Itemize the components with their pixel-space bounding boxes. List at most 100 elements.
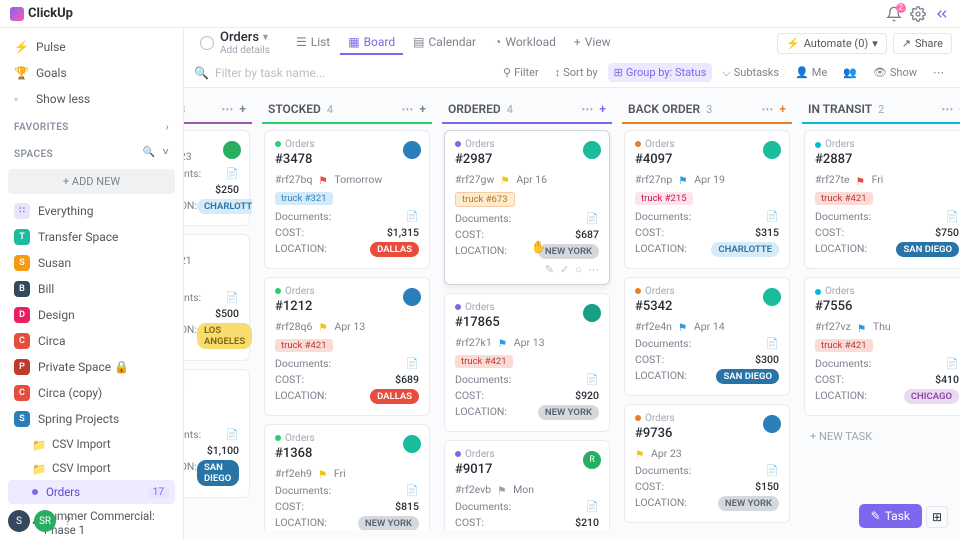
spaces-header[interactable]: SPACES🔍˅ — [8, 137, 175, 165]
column-header[interactable]: CTION3⋯+ — [184, 98, 252, 120]
space-item[interactable]: TTransfer Space — [8, 224, 175, 250]
space-item[interactable]: DDesign — [8, 302, 175, 328]
help-icon[interactable]: ? — [60, 513, 76, 529]
add-new-space[interactable]: + ADD NEW — [8, 169, 175, 194]
task-card[interactable]: Orders #5342 #rf2e4n⚑Apr 14 Documents:📄 … — [624, 277, 790, 396]
add-view[interactable]: + View — [566, 31, 619, 55]
assignee-avatar[interactable] — [403, 435, 421, 453]
task-card[interactable]: Orders #1368 #rf2eh9⚑Fri Documents:📄 COS… — [264, 424, 430, 530]
card-tag[interactable]: truck #421 — [455, 355, 513, 368]
nav-pulse[interactable]: ⚡Pulse — [8, 34, 175, 60]
assignees-button[interactable]: 👥 — [837, 63, 863, 82]
more-icon[interactable]: ⋯ — [927, 63, 950, 82]
assignee-avatar[interactable]: R — [583, 451, 601, 469]
sort-button[interactable]: ↕ Sort by — [549, 63, 604, 82]
add-card-icon[interactable]: + — [239, 102, 246, 116]
document-icon[interactable]: 📄 — [406, 484, 419, 497]
add-card-icon[interactable]: + — [599, 102, 606, 116]
document-icon[interactable]: 📄 — [946, 357, 959, 370]
priority-flag-icon[interactable]: ⚑ — [678, 174, 688, 184]
new-task-link[interactable]: + NEW TASK — [804, 424, 960, 449]
card-tag[interactable]: truck #421 — [815, 339, 873, 352]
document-icon[interactable]: 📄 — [766, 337, 779, 350]
task-card[interactable]: Orders #3478 #rf27bq⚑Tomorrow truck #321… — [264, 130, 430, 269]
apps-icon[interactable]: ⊞ — [926, 506, 948, 528]
priority-flag-icon[interactable]: ⚑ — [498, 337, 508, 347]
folder-csv1[interactable]: 📁CSV Import — [8, 432, 175, 456]
task-card[interactable]: Orders #4097 #rf27np⚑Apr 19 truck #215 D… — [624, 130, 790, 269]
document-icon[interactable]: 📄 — [766, 464, 779, 477]
document-icon[interactable]: 📄 — [586, 212, 599, 225]
favorites-header[interactable]: FAVORITES› — [8, 112, 175, 137]
priority-flag-icon[interactable]: ⚑ — [500, 174, 510, 184]
assignee-avatar[interactable] — [583, 141, 601, 159]
show-button[interactable]: 👁 Show — [867, 63, 923, 82]
automate-button[interactable]: ⚡ Automate (0) ▾ — [777, 33, 887, 54]
document-icon[interactable]: 📄 — [406, 210, 419, 223]
space-item[interactable]: SSpring Projects — [8, 406, 175, 432]
groupby-button[interactable]: ⊞ Group by: Status — [608, 63, 713, 82]
space-item[interactable]: CCirca — [8, 328, 175, 354]
priority-flag-icon[interactable]: ⚑ — [678, 321, 688, 331]
filter-button[interactable]: ⚲ Filter — [497, 63, 545, 82]
column-more-icon[interactable]: ⋯ — [221, 102, 233, 116]
task-card[interactable]: Orders #7556 #rf27vz⚑Thu truck #421 Docu… — [804, 277, 960, 416]
me-button[interactable]: 👤 Me — [789, 63, 833, 82]
edit-icon[interactable]: ✎ — [545, 263, 554, 276]
document-icon[interactable]: 📄 — [766, 210, 779, 223]
task-card[interactable]: Orders #9017 R #rf2evb⚑Mon Documents:📄 C… — [444, 440, 610, 530]
task-card[interactable]: Orders ⚑Mon 73 Documents:📄 COST:$1,100 L… — [184, 369, 250, 498]
document-icon[interactable]: 📄 — [226, 167, 239, 180]
document-icon[interactable]: 📄 — [586, 373, 599, 386]
view-board[interactable]: ▦ Board — [340, 31, 403, 55]
priority-flag-icon[interactable]: ⚑ — [857, 322, 867, 332]
column-header[interactable]: IN TRANSIT2⋯+ — [802, 98, 960, 120]
document-icon[interactable]: 📄 — [946, 210, 959, 223]
column-header[interactable]: BACK ORDER3⋯+ — [622, 98, 792, 120]
notifications-icon[interactable]: 2 — [886, 6, 902, 22]
priority-flag-icon[interactable]: ⚑ — [318, 174, 328, 184]
add-card-icon[interactable]: + — [779, 102, 786, 116]
task-card[interactable]: Orders #2987 #rf27gw⚑Apr 16 truck #673 D… — [444, 130, 610, 285]
add-card-icon[interactable]: + — [419, 102, 426, 116]
card-tag[interactable]: truck #321 — [275, 192, 333, 205]
check-icon[interactable]: ✓ — [560, 263, 569, 276]
space-item[interactable]: PPrivate Space 🔒 — [8, 354, 175, 380]
document-icon[interactable]: 📄 — [226, 428, 239, 441]
priority-flag-icon[interactable]: ⚑ — [635, 448, 645, 458]
assignee-avatar[interactable] — [403, 141, 421, 159]
assignee-avatar[interactable] — [763, 141, 781, 159]
circle-icon[interactable]: ○ — [575, 263, 582, 276]
folder-csv2[interactable]: 📁CSV Import — [8, 456, 175, 480]
view-workload[interactable]: ◔ Workload — [486, 31, 564, 55]
assignee-avatar[interactable] — [763, 415, 781, 433]
priority-flag-icon[interactable]: ⚑ — [497, 484, 507, 494]
card-tag[interactable]: truck #421 — [815, 192, 873, 205]
priority-flag-icon[interactable]: ⚑ — [318, 468, 328, 478]
user-avatar[interactable]: S — [8, 510, 30, 532]
task-card[interactable]: Orders #9736 ⚑Apr 23 Documents:📄 COST:$1… — [624, 404, 790, 523]
assignee-avatar[interactable] — [403, 288, 421, 306]
column-header[interactable]: STOCKED4⋯+ — [262, 98, 432, 120]
new-task-fab[interactable]: ✎ Task — [859, 504, 922, 528]
share-button[interactable]: ↗ Share — [893, 33, 952, 54]
column-header[interactable]: ORDERED4⋯+ — [442, 98, 612, 120]
user-avatar-2[interactable]: SR — [34, 510, 56, 532]
breadcrumb[interactable]: Orders▼ Add details — [192, 28, 278, 58]
column-more-icon[interactable]: ⋯ — [761, 102, 773, 116]
nav-goals[interactable]: 🏆Goals — [8, 60, 175, 86]
document-icon[interactable]: 📄 — [406, 357, 419, 370]
app-logo[interactable]: ClickUp — [10, 6, 73, 21]
list-orders[interactable]: Orders17 — [8, 480, 175, 504]
card-tag[interactable]: truck #673 — [455, 192, 515, 207]
document-icon[interactable]: 📄 — [226, 291, 239, 304]
card-tag[interactable]: truck #421 — [275, 339, 333, 352]
column-more-icon[interactable]: ⋯ — [581, 102, 593, 116]
space-item[interactable]: CCirca (copy) — [8, 380, 175, 406]
settings-icon[interactable] — [910, 6, 926, 22]
task-card[interactable]: Orders #17865 #rf27k1⚑Apr 13 truck #421 … — [444, 293, 610, 432]
space-item[interactable]: SSusan — [8, 250, 175, 276]
assignee-avatar[interactable] — [763, 288, 781, 306]
space-everything[interactable]: ∷Everything — [8, 198, 175, 224]
priority-flag-icon[interactable]: ⚑ — [856, 175, 866, 185]
